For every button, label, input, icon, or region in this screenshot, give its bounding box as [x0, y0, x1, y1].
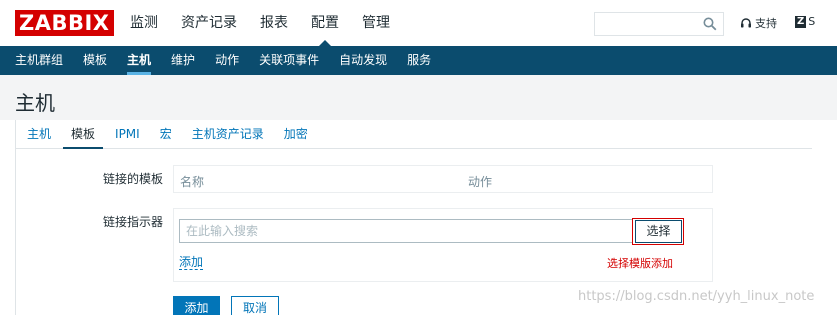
- column-header-name: 名称: [180, 175, 205, 189]
- tab-ipmi[interactable]: IPMI: [115, 120, 140, 148]
- column-header-action: 动作: [468, 175, 493, 189]
- cancel-button[interactable]: 取消: [231, 296, 279, 315]
- search-icon[interactable]: [703, 17, 717, 31]
- share-label: S: [808, 15, 816, 28]
- select-button[interactable]: 选择: [635, 220, 682, 243]
- global-search-input[interactable]: [594, 12, 724, 36]
- annotation-text: 选择模版添加: [607, 257, 673, 270]
- add-template-link[interactable]: 添加: [179, 255, 204, 270]
- sub-menu-services[interactable]: 服务: [407, 46, 431, 75]
- watermark: https://blog.csdn.net/yyh_linux_note: [578, 289, 815, 304]
- top-menu-configuration[interactable]: 配置: [311, 0, 339, 46]
- tab-templates[interactable]: 模板: [63, 120, 104, 149]
- share-icon: Z: [795, 15, 807, 28]
- top-menu: 监测 资产记录 报表 配置 管理: [130, 0, 413, 46]
- sub-menu-host-groups[interactable]: 主机群组: [15, 46, 63, 75]
- page-title: 主机: [15, 91, 55, 115]
- sub-menu-actions[interactable]: 动作: [215, 46, 239, 75]
- template-search-input[interactable]: [179, 219, 633, 243]
- tab-encryption[interactable]: 加密: [284, 120, 308, 148]
- add-button[interactable]: 添加: [173, 296, 220, 315]
- top-menu-reports[interactable]: 报表: [260, 0, 288, 46]
- share-link[interactable]: ZS: [795, 15, 815, 28]
- headset-icon: [741, 18, 751, 28]
- form-tabs: 主机 模板 IPMI 宏 主机资产记录 加密: [15, 120, 812, 149]
- sub-menu: 主机群组 模板 主机 维护 动作 关联项事件 自动发现 服务: [0, 46, 837, 75]
- sub-menu-maintenance[interactable]: 维护: [171, 46, 195, 75]
- linked-templates-label: 链接的模板: [103, 172, 164, 186]
- page: ZABBIX 监测 资产记录 报表 配置 管理 支持 ZS 主机群组 模板 主机…: [0, 0, 837, 315]
- title-band: [0, 75, 837, 120]
- link-indicator-label: 链接指示器: [103, 215, 164, 229]
- zabbix-logo[interactable]: ZABBIX: [15, 10, 114, 36]
- tab-macros[interactable]: 宏: [160, 120, 172, 148]
- top-menu-administration[interactable]: 管理: [362, 0, 390, 46]
- sub-menu-templates[interactable]: 模板: [83, 46, 107, 75]
- top-menu-inventory[interactable]: 资产记录: [181, 0, 237, 46]
- linked-templates-table: 名称 动作: [173, 165, 713, 193]
- support-link[interactable]: 支持: [740, 15, 777, 31]
- top-bar: ZABBIX 监测 资产记录 报表 配置 管理 支持 ZS: [0, 0, 837, 46]
- sub-menu-hosts[interactable]: 主机: [127, 46, 152, 75]
- tab-host[interactable]: 主机: [27, 120, 51, 148]
- tab-inventory[interactable]: 主机资产记录: [192, 120, 264, 148]
- top-menu-monitoring[interactable]: 监测: [130, 0, 158, 46]
- sub-menu-event-correlation[interactable]: 关联项事件: [259, 46, 319, 75]
- sub-menu-discovery[interactable]: 自动发现: [339, 46, 387, 75]
- support-label: 支持: [755, 17, 777, 30]
